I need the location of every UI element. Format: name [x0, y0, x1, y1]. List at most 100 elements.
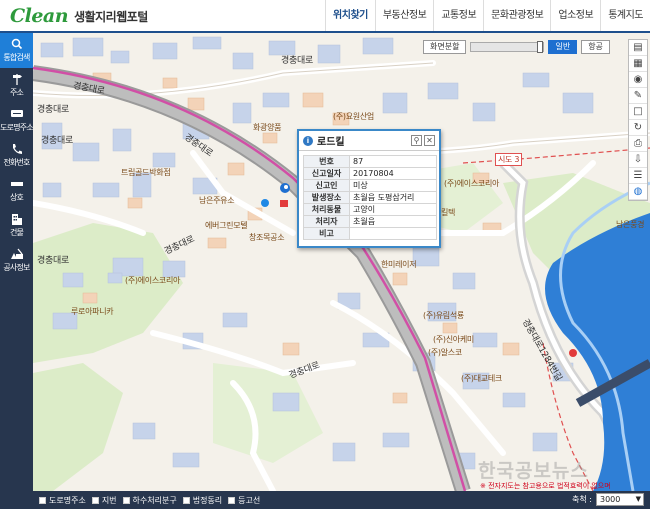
layer-lot-number[interactable]: 지번	[91, 495, 117, 506]
layers-icon[interactable]: ▤	[629, 40, 647, 56]
aerial-map-button[interactable]: 항공	[581, 40, 610, 54]
place-label: 루로아파니카	[71, 307, 114, 316]
checkbox[interactable]	[228, 496, 236, 504]
zoom-slider-knob[interactable]	[537, 41, 544, 53]
table-value: 20170804	[349, 167, 437, 180]
sidebar-item-label: 주소	[9, 88, 24, 97]
list-icon[interactable]: ☰	[629, 168, 647, 184]
table-key: 발생장소	[303, 191, 350, 204]
logo-mark: Clean	[10, 5, 69, 27]
popup-title: 로드킬	[317, 137, 345, 148]
place-label: 한미레이저	[381, 260, 417, 269]
sidebar-item-phone[interactable]: 전화번호	[0, 138, 33, 173]
layer-label: 하수처리분구	[132, 495, 177, 505]
pencil-icon[interactable]: ✎	[629, 88, 647, 104]
download-icon[interactable]: ⇩	[629, 152, 647, 168]
checkbox[interactable]	[39, 496, 46, 504]
roadkill-info-popup: i 로드킬 ⚲ ✕ 번호 87 신고일자 20170804 신고인 미상 발생장소 초월…	[297, 129, 441, 248]
watermark: 한국공보뉴스	[478, 460, 589, 482]
layer-road-address[interactable]: 도로명주소	[39, 495, 86, 506]
layer-label: 지번	[101, 495, 117, 505]
sidebar-item-label: 공사정보	[3, 263, 30, 272]
sidebar-item-label: 상호	[9, 193, 24, 202]
layer-legal-dong[interactable]: 법정동리	[182, 495, 223, 506]
table-value: 고양이	[349, 203, 437, 216]
checkbox[interactable]	[182, 496, 190, 504]
app-window: Clean 생활지리웹포털 위치찾기 부동산정보 교통정보 문화관광정보 업소정…	[0, 0, 650, 509]
search-icon	[11, 38, 22, 50]
table-row: 처리자 초월읍	[303, 215, 437, 228]
top-navigation: 위치찾기 부동산정보 교통정보 문화관광정보 업소정보 통계지도	[325, 0, 650, 31]
sidebar-item-integrated-search[interactable]: 통합검색	[0, 33, 33, 68]
layer-contour[interactable]: 등고선	[228, 495, 260, 506]
table-key: 처리자	[303, 215, 350, 228]
layer-label: 법정동리	[192, 495, 223, 505]
nav-business[interactable]: 업소정보	[550, 0, 600, 31]
layer-sewage-district[interactable]: 하수처리분구	[122, 495, 177, 506]
sidebar-item-label: 통합검색	[3, 53, 30, 62]
split-view-button[interactable]: 화면분할	[423, 40, 467, 54]
place-label: (주)요원산업	[333, 112, 374, 121]
marker-icon[interactable]: ◉	[629, 72, 647, 88]
grid-icon[interactable]: ▦	[629, 56, 647, 72]
sidebar-item-road-address[interactable]: 도로명주소	[0, 103, 34, 138]
table-key: 처리동물	[303, 203, 350, 216]
district-boundary	[462, 147, 650, 164]
nav-real-estate[interactable]: 부동산정보	[374, 0, 434, 31]
place-label: 화광양품	[253, 123, 282, 132]
sidebar-item-business-name[interactable]: 상호	[0, 173, 33, 208]
sidebar-item-construction[interactable]: 공사정보	[0, 243, 33, 278]
layer-bar: 도로명주소 지번 하수처리분구 법정동리 등고선 축척 : 3000 ▼	[33, 491, 650, 509]
store-icon	[10, 182, 23, 186]
left-sidebar: 통합검색 주소 도로명주소 전화번호 상호 건물 공사정보	[0, 33, 34, 509]
building-icon	[11, 214, 22, 225]
map-view[interactable]: 경충대로 경충대로 경충대로 경충대로 경충대로 경충대로 경충대로 경충대로1…	[33, 33, 650, 491]
print-icon[interactable]: ⎙	[629, 136, 647, 152]
place-label: 에버그린모텔	[205, 221, 248, 230]
construction-icon	[10, 248, 23, 259]
square-icon[interactable]: □	[629, 104, 647, 120]
nav-culture-tourism[interactable]: 문화관광정보	[483, 0, 550, 31]
place-label: (주)에이스코리아	[125, 276, 181, 285]
place-label: 트립골드박화점	[121, 168, 171, 177]
globe-icon[interactable]: ◍	[629, 184, 647, 200]
map-toolbar: ▤ ▦ ◉ ✎ □ ↻ ⎙ ⇩ ☰ ◍	[628, 39, 648, 201]
zoom-slider[interactable]	[470, 41, 545, 53]
place-label: 남은풍경	[616, 220, 645, 229]
scale-select[interactable]: 3000 ▼	[596, 493, 644, 506]
table-value: 87	[349, 155, 437, 168]
layer-label: 등고선	[238, 495, 261, 505]
phone-icon	[12, 144, 22, 154]
roadkill-marker	[261, 183, 290, 207]
nav-location-search[interactable]: 위치찾기	[325, 0, 375, 31]
road-sign-icon	[10, 110, 23, 117]
road-label: 경충대로	[37, 256, 69, 266]
place-label: 창조목공소	[249, 233, 285, 242]
nav-traffic[interactable]: 교통정보	[433, 0, 483, 31]
pin-icon[interactable]: ⚲	[411, 135, 422, 146]
checkbox[interactable]	[122, 496, 130, 504]
place-label: 남은주유소	[199, 196, 235, 205]
place-label: (주)신아케미	[433, 335, 474, 344]
table-row: 번호 87	[303, 155, 437, 168]
scale-label: 축척 :	[572, 495, 592, 504]
popup-table: 번호 87 신고일자 20170804 신고인 미상 발생장소 초월읍 도평삼거리 처리…	[303, 155, 437, 240]
sidebar-item-address[interactable]: 주소	[0, 68, 33, 103]
close-icon[interactable]: ✕	[424, 135, 435, 146]
view-controls: 화면분할 일반 항공	[423, 40, 610, 54]
normal-map-button[interactable]: 일반	[548, 40, 578, 54]
place-label: (주)대교테크	[461, 374, 502, 383]
legal-notice: ※ 전자지도는 참고용으로 법적효력이 없으며	[480, 482, 611, 490]
sidebar-item-label: 도로명주소	[0, 123, 34, 132]
rotate-icon[interactable]: ↻	[629, 120, 647, 136]
portal-logo[interactable]: Clean 생활지리웹포털	[10, 4, 148, 28]
park-area	[213, 363, 323, 463]
nav-statistics-map[interactable]: 통계지도	[600, 0, 650, 31]
sidebar-item-building[interactable]: 건물	[0, 208, 33, 243]
scale-value: 3000	[600, 495, 621, 504]
table-row: 비고	[303, 227, 437, 240]
portal-title: 생활지리웹포털	[74, 9, 148, 24]
signpost-icon	[12, 74, 22, 85]
road-label: 경충대로	[281, 56, 313, 66]
checkbox[interactable]	[91, 496, 99, 504]
